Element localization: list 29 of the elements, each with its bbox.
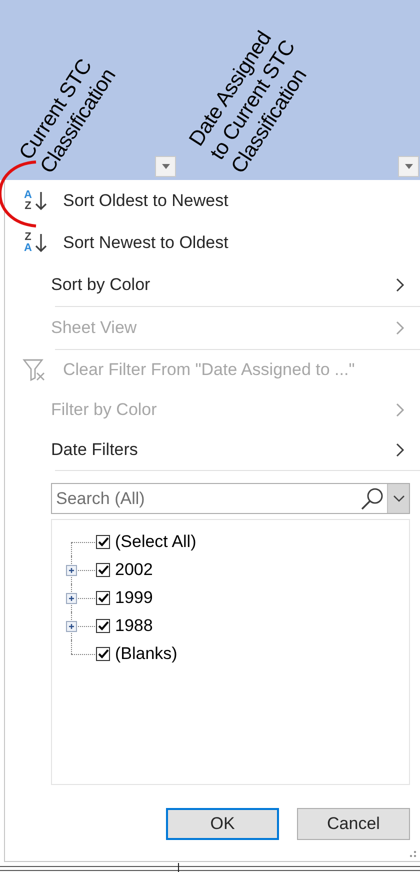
filter-value-label: 1999 bbox=[115, 588, 153, 608]
caret-icon bbox=[392, 494, 404, 502]
filter-value-label: 2002 bbox=[115, 560, 153, 580]
caret-icon bbox=[160, 164, 170, 170]
expand-icon[interactable] bbox=[66, 593, 77, 604]
expand-icon[interactable] bbox=[66, 621, 77, 632]
caret-icon bbox=[404, 164, 414, 170]
resize-grip-icon[interactable] bbox=[409, 850, 417, 858]
cancel-button[interactable]: Cancel bbox=[297, 808, 410, 840]
search-field[interactable]: Search (All) bbox=[52, 484, 359, 513]
checkbox[interactable] bbox=[96, 647, 110, 661]
filter-value-label: 1988 bbox=[115, 616, 153, 636]
expand-icon[interactable] bbox=[66, 565, 77, 576]
filter-value-label: (Select All) bbox=[115, 532, 196, 552]
checkbox[interactable] bbox=[96, 619, 110, 633]
checkbox[interactable] bbox=[96, 535, 110, 549]
checkbox[interactable] bbox=[96, 563, 110, 577]
search-field[interactable]: Search (All) bbox=[51, 483, 410, 514]
menu-item[interactable]: Sort by Color bbox=[5, 264, 420, 306]
menu-item[interactable]: Z A Sort Newest to Oldest bbox=[5, 222, 420, 264]
filter-dropdown-button[interactable] bbox=[155, 156, 176, 177]
filter-value-label: (Blanks) bbox=[115, 644, 178, 664]
search-dropdown-button[interactable] bbox=[387, 484, 409, 513]
ok-button[interactable]: OK bbox=[166, 808, 279, 840]
filter-dropdown-button[interactable] bbox=[398, 156, 419, 177]
menu-item[interactable]: Date Filters bbox=[5, 430, 420, 470]
menu-item[interactable]: A Z Sort Oldest to Newest bbox=[5, 180, 420, 222]
checkbox[interactable] bbox=[96, 591, 110, 605]
search-icon bbox=[359, 486, 385, 510]
